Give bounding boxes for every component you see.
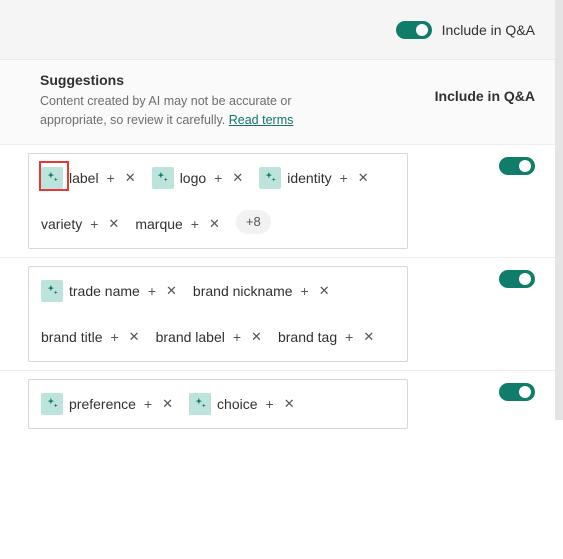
- ai-badge: [259, 167, 281, 189]
- include-toggle-top: Include in Q&A: [396, 21, 535, 39]
- ai-badge: [41, 393, 63, 415]
- remove-icon[interactable]: ✕: [249, 329, 264, 345]
- remove-icon[interactable]: ✕: [106, 216, 121, 232]
- pill-label: identity: [287, 170, 331, 186]
- add-icon[interactable]: +: [212, 170, 224, 186]
- ai-badge: [152, 167, 174, 189]
- remove-icon[interactable]: ✕: [127, 329, 142, 345]
- suggestion-pill: choice + ✕: [189, 390, 297, 418]
- add-icon[interactable]: +: [189, 216, 201, 232]
- add-icon[interactable]: +: [264, 396, 276, 412]
- pill-label: label: [69, 170, 99, 186]
- ai-badge: [189, 393, 211, 415]
- scrollbar-track[interactable]: [555, 0, 563, 420]
- pill-label: preference: [69, 396, 136, 412]
- row-toggle-col: [408, 379, 543, 429]
- row-toggle-col: [408, 153, 543, 249]
- suggestion-pill: identity + ✕: [259, 164, 370, 192]
- suggestion-group: preference + ✕ choice + ✕: [0, 370, 563, 437]
- suggestion-box: trade name + ✕ brand nickname + ✕ brand title +…: [28, 266, 408, 362]
- add-icon[interactable]: +: [108, 329, 120, 345]
- overflow-chip[interactable]: +8: [236, 210, 271, 234]
- suggestion-box: label + ✕ logo + ✕ identity + ✕ variety + ✕ marque + ✕…: [28, 153, 408, 249]
- row-include-toggle[interactable]: [499, 157, 535, 175]
- suggestion-pill: label + ✕: [41, 164, 138, 192]
- suggestion-pill: marque + ✕: [135, 210, 222, 238]
- pill-label: brand nickname: [193, 283, 293, 299]
- include-toggle[interactable]: [396, 21, 432, 39]
- add-icon[interactable]: +: [142, 396, 154, 412]
- remove-icon[interactable]: ✕: [317, 283, 332, 299]
- remove-icon[interactable]: ✕: [361, 329, 376, 345]
- sparkle-icon: [46, 171, 59, 184]
- add-icon[interactable]: +: [88, 216, 100, 232]
- suggestion-pill: brand label + ✕: [156, 323, 264, 351]
- pill-label: brand title: [41, 329, 102, 345]
- pill-label: brand tag: [278, 329, 337, 345]
- read-terms-link[interactable]: Read terms: [229, 113, 294, 127]
- suggestion-pill: variety + ✕: [41, 210, 121, 238]
- pill-label: trade name: [69, 283, 140, 299]
- suggestion-group: label + ✕ logo + ✕ identity + ✕ variety + ✕ marque + ✕…: [0, 145, 563, 257]
- pill-label: marque: [135, 216, 182, 232]
- remove-icon[interactable]: ✕: [356, 170, 371, 186]
- add-icon[interactable]: +: [299, 283, 311, 299]
- remove-icon[interactable]: ✕: [160, 396, 175, 412]
- row-toggle-col: [408, 266, 543, 362]
- top-bar: Include in Q&A: [0, 0, 563, 60]
- remove-icon[interactable]: ✕: [164, 283, 179, 299]
- suggestion-pill: brand title + ✕: [41, 323, 142, 351]
- add-icon[interactable]: +: [105, 170, 117, 186]
- add-icon[interactable]: +: [231, 329, 243, 345]
- pill-label: choice: [217, 396, 257, 412]
- suggestion-pill: logo + ✕: [152, 164, 246, 192]
- sparkle-icon: [46, 284, 59, 297]
- suggestion-pill: preference + ✕: [41, 390, 175, 418]
- include-column-header: Include in Q&A: [435, 88, 535, 104]
- suggestion-pill: trade name + ✕: [41, 277, 179, 305]
- row-include-toggle[interactable]: [499, 270, 535, 288]
- suggestion-group: trade name + ✕ brand nickname + ✕ brand title +…: [0, 257, 563, 370]
- suggestion-pill: brand tag + ✕: [278, 323, 376, 351]
- remove-icon[interactable]: ✕: [282, 396, 297, 412]
- add-icon[interactable]: +: [338, 170, 350, 186]
- sparkle-icon: [46, 397, 59, 410]
- suggestion-pill: brand nickname + ✕: [193, 277, 332, 305]
- ai-badge: [41, 167, 63, 189]
- include-toggle-label: Include in Q&A: [442, 22, 535, 38]
- add-icon[interactable]: +: [343, 329, 355, 345]
- suggestions-title: Suggestions: [40, 72, 435, 88]
- remove-icon[interactable]: ✕: [123, 170, 138, 186]
- pill-label: variety: [41, 216, 82, 232]
- suggestion-box: preference + ✕ choice + ✕: [28, 379, 408, 429]
- suggestions-header: Suggestions Content created by AI may no…: [0, 60, 563, 145]
- ai-badge: [41, 280, 63, 302]
- remove-icon[interactable]: ✕: [207, 216, 222, 232]
- add-icon[interactable]: +: [146, 283, 158, 299]
- sparkle-icon: [264, 171, 277, 184]
- pill-label: logo: [180, 170, 206, 186]
- sparkle-icon: [194, 397, 207, 410]
- pill-label: brand label: [156, 329, 225, 345]
- suggestion-groups: label + ✕ logo + ✕ identity + ✕ variety + ✕ marque + ✕…: [0, 145, 563, 437]
- suggestions-desc: Content created by AI may not be accurat…: [40, 92, 360, 130]
- sparkle-icon: [156, 171, 169, 184]
- row-include-toggle[interactable]: [499, 383, 535, 401]
- remove-icon[interactable]: ✕: [230, 170, 245, 186]
